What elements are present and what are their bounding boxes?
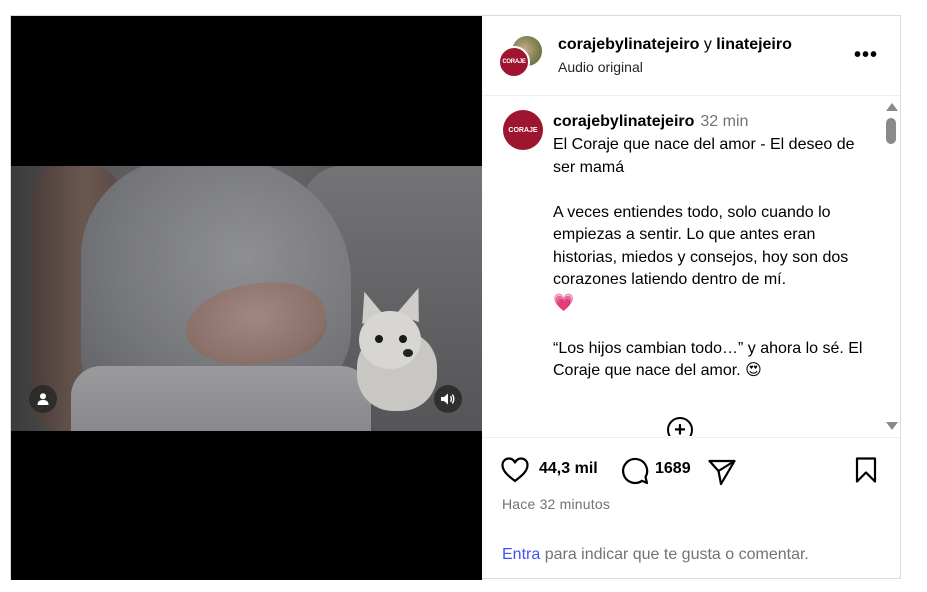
username-primary-link[interactable]: corajebylinatejeiro — [558, 36, 699, 53]
video-pants — [71, 366, 371, 431]
caption-paragraph-3: “Los hijos cambian todo…” y ahora lo sé.… — [553, 339, 867, 380]
bookmark-icon — [855, 457, 877, 483]
avatar-primary: CORAJE — [498, 46, 530, 78]
video-player[interactable] — [11, 166, 482, 431]
speaker-icon — [441, 393, 455, 405]
post-side-panel: CORAJE corajebylinatejeiro y linatejeiro… — [482, 16, 900, 578]
post-actions: 44,3 mil 1689 Hace 32 minutos Entra para… — [482, 437, 900, 579]
heart-icon — [501, 457, 529, 483]
caption-text: El Coraje que nace del amor - El deseo d… — [553, 134, 868, 383]
send-icon — [708, 459, 736, 486]
comment-button[interactable] — [620, 456, 650, 491]
tagged-users-button[interactable] — [29, 385, 57, 413]
caption-brand-logo-text: CORAJE — [508, 126, 538, 134]
brand-logo-text: CORAJE — [502, 59, 526, 65]
scrollbar-thumb[interactable] — [886, 118, 896, 144]
caption-scroll-area[interactable]: CORAJE corajebylinatejeiro 32 min El Cora… — [482, 96, 900, 436]
user-icon — [37, 393, 49, 405]
post-timestamp[interactable]: Hace 32 minutos — [502, 496, 610, 512]
more-options-button[interactable]: ••• — [854, 44, 878, 67]
caption-username-link[interactable]: corajebylinatejeiro — [553, 113, 694, 130]
scrollbar[interactable] — [884, 99, 898, 434]
load-more-comments-button[interactable]: + — [667, 417, 693, 436]
like-button[interactable] — [500, 456, 530, 489]
username-secondary-link[interactable]: linatejeiro — [716, 36, 792, 53]
caption-time: 32 min — [700, 113, 749, 130]
login-link[interactable]: Entra — [502, 546, 540, 563]
post-header: CORAJE corajebylinatejeiro y linatejeiro… — [482, 16, 900, 96]
comments-count[interactable]: 1689 — [655, 460, 691, 478]
login-prompt: Entra para indicar que te gusta o coment… — [502, 546, 809, 564]
plus-icon: + — [674, 419, 686, 436]
scroll-up-arrow-icon[interactable] — [886, 103, 898, 111]
collab-connector: y — [703, 36, 712, 53]
likes-count[interactable]: 44,3 mil — [539, 460, 598, 478]
scroll-down-arrow-icon[interactable] — [886, 422, 898, 430]
share-button[interactable] — [707, 458, 737, 491]
collab-avatars[interactable]: CORAJE — [498, 36, 544, 80]
caption-paragraph-2: A veces entiendes todo, solo cuando lo e… — [553, 203, 853, 289]
login-prompt-text: para indicar que te gusta o comentar. — [540, 546, 809, 563]
video-dog — [347, 283, 437, 411]
caption-header: corajebylinatejeiro 32 min — [553, 113, 748, 131]
comment-icon — [622, 457, 649, 485]
caption-line-1: El Coraje que nace del amor - El deseo d… — [553, 136, 859, 176]
heart-eyes-emoji: 😍 — [745, 362, 762, 379]
collab-usernames: corajebylinatejeiro y linatejeiro — [558, 36, 792, 54]
audio-toggle-button[interactable] — [434, 385, 462, 413]
caption-avatar[interactable]: CORAJE — [503, 110, 543, 150]
post-card: CORAJE corajebylinatejeiro y linatejeiro… — [10, 15, 901, 580]
heart-emoji: 💗 — [553, 292, 575, 312]
post-media — [11, 16, 482, 580]
audio-label[interactable]: Audio original — [558, 59, 643, 75]
save-button[interactable] — [854, 456, 878, 489]
